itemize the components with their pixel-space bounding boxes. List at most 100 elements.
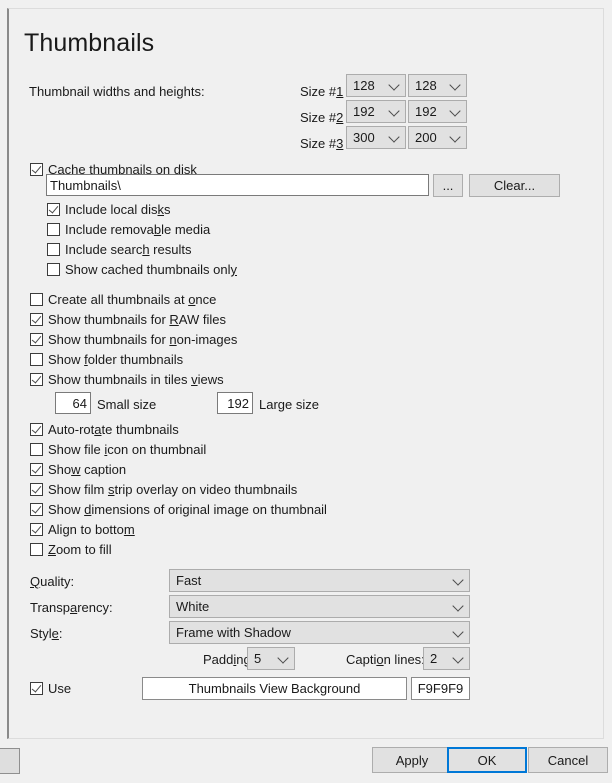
cache-path-input[interactable]: Thumbnails\ [46, 174, 429, 196]
checkbox-box-icon [30, 163, 43, 176]
caption-lines-label: Caption lines: [346, 652, 425, 667]
thumbnails-settings-dialog: Thumbnails Thumbnail widths and heights:… [0, 0, 612, 783]
checkbox-show-film-strip-overlay[interactable]: Show film strip overlay on video thumbna… [30, 481, 297, 498]
padding-select[interactable]: 5 [247, 647, 295, 670]
settings-scroll-panel: Thumbnails Thumbnail widths and heights:… [7, 8, 604, 739]
checkbox-box-icon [30, 313, 43, 326]
checkbox-show-file-icon-on-thumbnail-label: Show file icon on thumbnail [48, 442, 207, 457]
checkbox-zoom-to-fill-label: Zoom to fill [48, 542, 112, 557]
background-color-swatch-button[interactable]: F9F9F9 [411, 677, 470, 700]
checkbox-create-all-thumbnails-at-once[interactable]: Create all thumbnails at once [30, 291, 216, 308]
size-2-width-value: 192 [353, 104, 375, 119]
checkbox-align-to-bottom[interactable]: Align to bottom [30, 521, 135, 538]
checkbox-auto-rotate-thumbnails[interactable]: Auto-rotate thumbnails [30, 421, 179, 438]
checkbox-include-local-disks-label: Include local disks [65, 202, 171, 217]
checkbox-use-background-label: Use [48, 681, 72, 696]
checkbox-show-thumbnails-in-tiles-views-label: Show thumbnails in tiles views [48, 372, 224, 387]
large-size-input[interactable]: 192 [217, 392, 253, 414]
chevron-down-icon [449, 78, 461, 91]
checkbox-show-thumbnails-for-raw-files[interactable]: Show thumbnails for RAW files [30, 311, 226, 328]
thumbnails-view-background-button[interactable]: Thumbnails View Background [142, 677, 407, 700]
quality-select[interactable]: Fast [169, 569, 470, 592]
checkbox-show-thumbnails-in-tiles-views[interactable]: Show thumbnails in tiles views [30, 371, 224, 388]
checkbox-box-icon [30, 483, 43, 496]
ok-button[interactable]: OK [447, 747, 527, 773]
style-select[interactable]: Frame with Shadow [169, 621, 470, 644]
large-size-label: Large size [259, 397, 319, 412]
checkbox-show-thumbnails-for-raw-files-label: Show thumbnails for RAW files [48, 312, 226, 327]
size-1-label: Size #1 [300, 84, 344, 99]
checkbox-box-icon [47, 243, 60, 256]
checkbox-box-icon [47, 263, 60, 276]
style-label: Style: [30, 626, 63, 641]
size-2-width-select[interactable]: 192 [346, 100, 406, 123]
checkbox-show-thumbnails-for-non-images-label: Show thumbnails for non-images [48, 332, 238, 347]
chevron-down-icon [388, 104, 400, 117]
checkbox-show-dimensions-of-original-image[interactable]: Show dimensions of original image on thu… [30, 501, 327, 518]
checkbox-show-dimensions-of-original-image-label: Show dimensions of original image on thu… [48, 502, 327, 517]
padding-value: 5 [254, 651, 262, 666]
checkbox-include-removable-media-label: Include removable media [65, 222, 211, 237]
transparency-select[interactable]: White [169, 595, 470, 618]
size-1-width-select[interactable]: 128 [346, 74, 406, 97]
apply-button[interactable]: Apply [372, 747, 452, 773]
checkbox-show-cached-thumbnails-only[interactable]: Show cached thumbnails only [47, 261, 237, 278]
checkbox-box-icon [30, 682, 43, 695]
checkbox-box-icon [30, 423, 43, 436]
large-size-value: 192 [227, 395, 249, 411]
size-2-height-value: 192 [415, 104, 437, 119]
checkbox-use-background[interactable]: Use [30, 680, 71, 697]
size-2-label: Size #2 [300, 110, 344, 125]
size-1-width-value: 128 [353, 78, 375, 93]
chevron-down-icon [452, 625, 464, 638]
size-3-height-select[interactable]: 200 [408, 126, 467, 149]
checkbox-include-search-results-label: Include search results [65, 242, 192, 257]
page-title: Thumbnails [24, 29, 155, 57]
checkbox-box-icon [30, 503, 43, 516]
checkbox-include-local-disks[interactable]: Include local disks [47, 201, 171, 218]
chevron-down-icon [388, 130, 400, 143]
checkbox-show-film-strip-overlay-label: Show film strip overlay on video thumbna… [48, 482, 298, 497]
checkbox-auto-rotate-thumbnails-label: Auto-rotate thumbnails [48, 422, 179, 437]
checkbox-box-icon [47, 223, 60, 236]
checkbox-show-thumbnails-for-non-images[interactable]: Show thumbnails for non-images [30, 331, 237, 348]
size-3-width-select[interactable]: 300 [346, 126, 406, 149]
cancel-button[interactable]: Cancel [528, 747, 608, 773]
chevron-down-icon [449, 130, 461, 143]
size-2-height-select[interactable]: 192 [408, 100, 467, 123]
checkbox-show-caption-label: Show caption [48, 462, 127, 477]
checkbox-box-icon [30, 353, 43, 366]
size-3-label: Size #3 [300, 136, 344, 151]
quality-value: Fast [176, 573, 202, 588]
style-value: Frame with Shadow [176, 625, 291, 640]
cache-path-value: Thumbnails\ [50, 177, 121, 193]
size-3-height-value: 200 [415, 130, 437, 145]
checkbox-box-icon [30, 543, 43, 556]
size-1-height-select[interactable]: 128 [408, 74, 467, 97]
transparency-value: White [176, 599, 210, 614]
checkbox-include-removable-media[interactable]: Include removable media [47, 221, 210, 238]
checkbox-box-icon [30, 523, 43, 536]
checkbox-show-file-icon-on-thumbnail[interactable]: Show file icon on thumbnail [30, 441, 206, 458]
size-1-height-value: 128 [415, 78, 437, 93]
chevron-down-icon [388, 78, 400, 91]
checkbox-show-cached-thumbnails-only-label: Show cached thumbnails only [65, 262, 237, 277]
chevron-down-icon [452, 573, 464, 586]
caption-lines-select[interactable]: 2 [423, 647, 470, 670]
checkbox-box-icon [30, 293, 43, 306]
checkbox-include-search-results[interactable]: Include search results [47, 241, 191, 258]
small-size-input[interactable]: 64 [55, 392, 91, 414]
checkbox-align-to-bottom-label: Align to bottom [48, 522, 135, 537]
cache-path-browse-button[interactable]: ... [433, 174, 463, 197]
small-size-value: 64 [72, 395, 87, 411]
checkbox-zoom-to-fill[interactable]: Zoom to fill [30, 541, 112, 558]
caption-lines-value: 2 [430, 651, 438, 666]
cache-clear-button[interactable]: Clear... [469, 174, 560, 197]
checkbox-show-caption[interactable]: Show caption [30, 461, 126, 478]
clipped-left-button[interactable] [0, 748, 20, 774]
checkbox-create-all-thumbnails-at-once-label: Create all thumbnails at once [48, 292, 217, 307]
chevron-down-icon [452, 599, 464, 612]
checkbox-show-folder-thumbnails[interactable]: Show folder thumbnails [30, 351, 183, 368]
quality-label: Quality: [30, 574, 75, 589]
small-size-label: Small size [97, 397, 157, 412]
